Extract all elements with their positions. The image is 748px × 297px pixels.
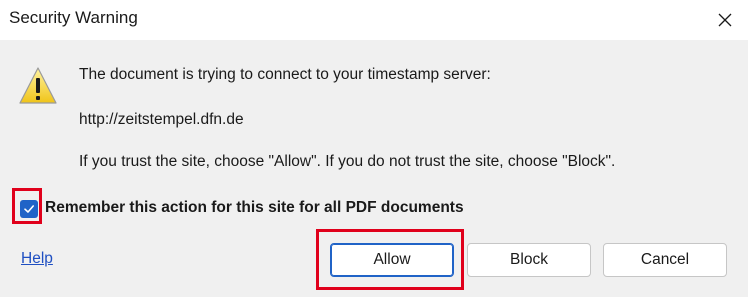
warning-icon — [19, 67, 57, 104]
title-bar: Security Warning — [0, 0, 748, 40]
remember-label[interactable]: Remember this action for this site for a… — [45, 199, 464, 217]
close-icon — [718, 13, 732, 27]
cancel-button[interactable]: Cancel — [603, 243, 727, 277]
dialog-title: Security Warning — [9, 8, 138, 27]
trust-instructions: If you trust the site, choose "Allow". I… — [79, 153, 616, 170]
remember-checkbox[interactable] — [20, 200, 38, 218]
message-text: The document is trying to connect to you… — [79, 66, 491, 83]
block-button[interactable]: Block — [467, 243, 591, 277]
remember-checkbox-row — [20, 198, 38, 220]
help-link[interactable]: Help — [21, 250, 53, 268]
security-warning-dialog: Security Warning The document is trying … — [0, 0, 748, 297]
allow-button[interactable]: Allow — [330, 243, 454, 277]
checkmark-icon — [24, 205, 34, 213]
close-button[interactable] — [702, 0, 748, 40]
server-url: http://zeitstempel.dfn.de — [79, 111, 244, 128]
